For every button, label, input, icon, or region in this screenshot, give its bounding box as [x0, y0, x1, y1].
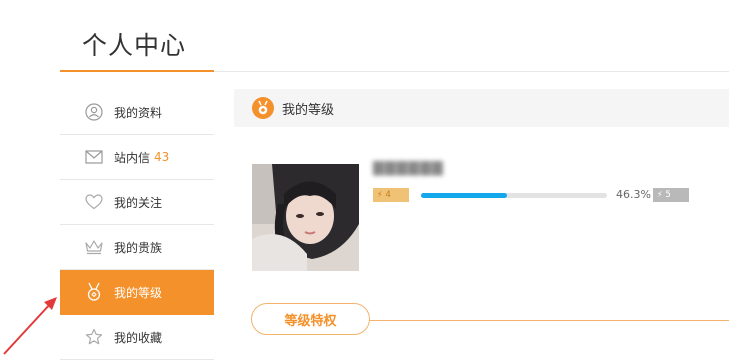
crown-icon	[84, 237, 104, 257]
message-count-badge: 43	[154, 150, 170, 164]
title-divider	[214, 71, 729, 72]
envelope-icon	[84, 147, 104, 167]
sidebar-item-label: 我的收藏	[114, 330, 163, 345]
sidebar-item-nobility[interactable]: 我的贵族	[60, 225, 214, 270]
sidebar-item-level[interactable]: 我的等级	[60, 270, 214, 315]
current-level-number: 4	[385, 190, 394, 200]
sidebar-item-messages[interactable]: 站内信 43	[60, 135, 214, 180]
title-underline	[60, 70, 214, 72]
sidebar-item-profile[interactable]: 我的资料	[60, 90, 214, 135]
section-title: 我的等级	[282, 102, 335, 118]
avatar	[252, 164, 359, 271]
heart-icon	[84, 192, 104, 212]
current-level-badge: ⚡4	[373, 188, 409, 202]
star-icon	[84, 327, 104, 347]
level-progress-percent: 46.3%	[616, 188, 651, 201]
tab-level-privileges[interactable]: 等级特权	[251, 303, 370, 335]
sidebar-item-label: 我的贵族	[114, 240, 163, 255]
sidebar-item-label: 我的等级	[114, 285, 163, 300]
sidebar-item-label: 站内信	[114, 150, 151, 165]
username-blurred: ▇▇▇▇▇▇	[373, 160, 444, 176]
next-level-number: 5	[665, 190, 674, 200]
level-section-header: 我的等级	[234, 89, 729, 127]
sidebar: 我的资料 站内信 43 我的关注 我的贵族 我的等级 我的收藏	[60, 90, 214, 360]
medal-icon	[84, 282, 104, 302]
medal-icon	[252, 97, 274, 119]
page-title: 个人中心	[82, 31, 187, 60]
sidebar-item-favorites[interactable]: 我的收藏	[60, 315, 214, 360]
user-circle-icon	[84, 102, 104, 122]
next-level-badge: ⚡5	[653, 188, 689, 202]
annotation-arrow	[3, 297, 57, 355]
sidebar-item-label: 我的资料	[114, 105, 163, 120]
level-progress-bar	[421, 193, 607, 198]
sidebar-item-label: 我的关注	[114, 195, 163, 210]
level-progress-fill	[421, 193, 508, 198]
sidebar-item-follows[interactable]: 我的关注	[60, 180, 214, 225]
